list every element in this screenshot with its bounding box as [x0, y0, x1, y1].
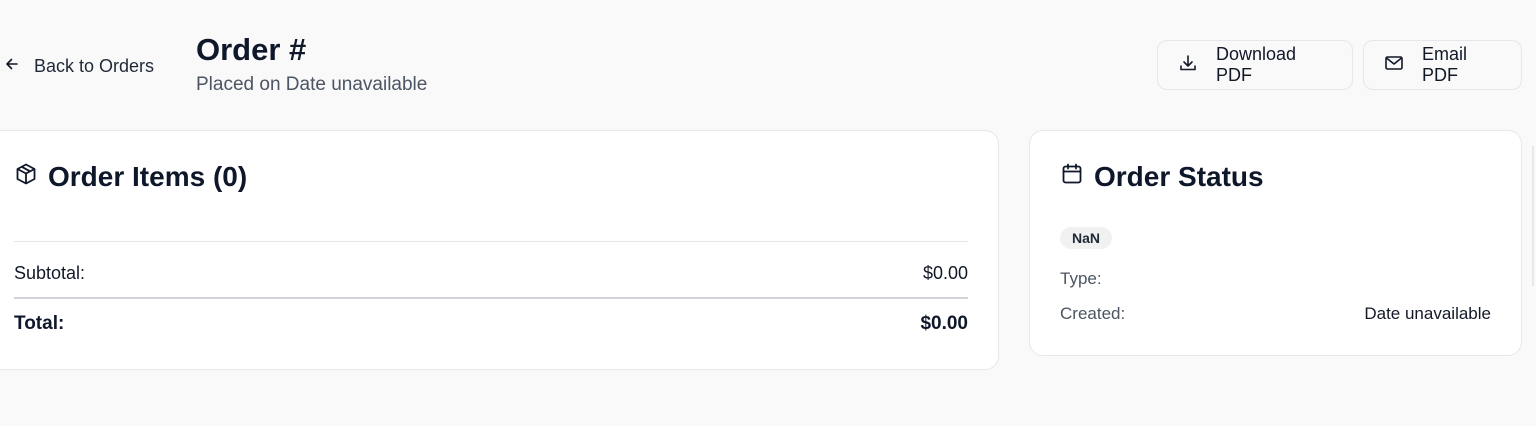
subtotal-label: Subtotal: — [14, 263, 86, 283]
type-row: Type: — [1060, 269, 1491, 289]
created-value: Date unavailable — [1364, 304, 1491, 323]
order-items-heading: Order Items (0) — [14, 161, 247, 193]
status-badge: NaN — [1060, 227, 1113, 249]
adjacent-card-edge — [1532, 146, 1534, 286]
back-to-orders-link[interactable]: Back to Orders — [4, 52, 154, 80]
order-items-card: Order Items (0) Subtotal: $0.00 Total: $… — [0, 130, 999, 370]
created-label: Created: — [1060, 304, 1126, 323]
email-pdf-label: Email PDF — [1422, 44, 1468, 85]
download-pdf-label: Download PDF — [1216, 44, 1297, 85]
order-status-card: Order Status NaN Type: Created: Date una… — [1029, 130, 1522, 356]
total-value: $0.00 — [920, 313, 968, 334]
total-label: Total: — [14, 313, 65, 334]
package-icon — [14, 161, 38, 193]
page-title: Order # — [196, 32, 307, 67]
page-subtitle: Placed on Date unavailable — [196, 74, 428, 95]
total-divider — [14, 297, 968, 299]
subtotal-value: $0.00 — [922, 263, 968, 283]
arrow-left-icon — [4, 56, 20, 77]
order-status-heading: Order Status — [1060, 161, 1264, 193]
items-divider — [14, 241, 968, 242]
download-pdf-button[interactable]: Download PDF — [1157, 40, 1353, 90]
email-pdf-button[interactable]: Email PDF — [1363, 40, 1522, 90]
total-row: Total: $0.00 — [14, 313, 968, 335]
order-items-title: Order Items (0) — [48, 161, 248, 192]
type-label: Type: — [1060, 269, 1102, 288]
title-block: Order # Placed on Date unavailable — [196, 30, 427, 98]
subtotal-row: Subtotal: $0.00 — [14, 263, 968, 284]
download-icon — [1178, 53, 1198, 78]
mail-icon — [1384, 53, 1404, 78]
created-row: Created: Date unavailable — [1060, 304, 1491, 324]
order-detail-page: Back to Orders Order # Placed on Date un… — [0, 0, 1536, 426]
calendar-icon — [1060, 161, 1084, 193]
order-status-title: Order Status — [1094, 161, 1264, 192]
back-link-label: Back to Orders — [34, 55, 155, 76]
